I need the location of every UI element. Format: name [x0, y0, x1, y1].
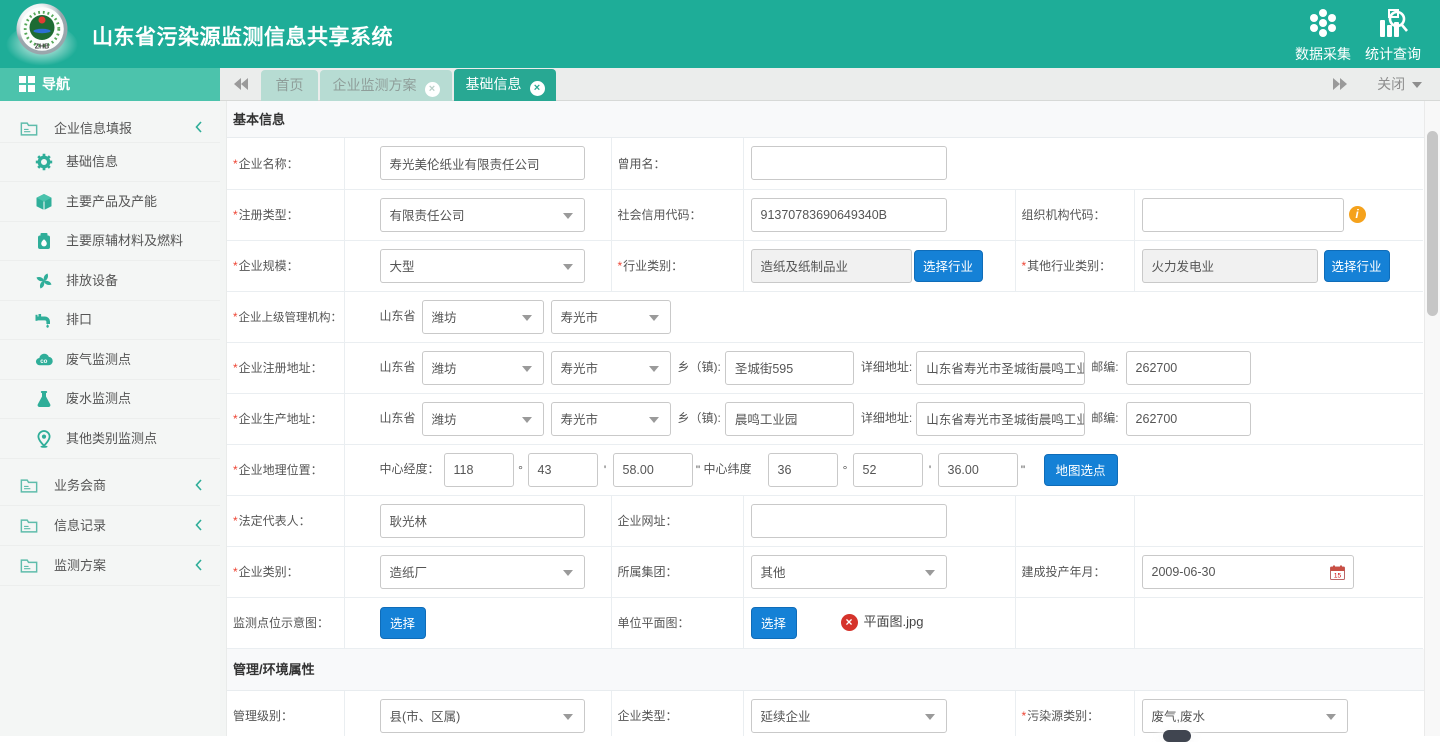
svg-text:15: 15 — [1333, 572, 1341, 579]
svg-text:co: co — [40, 358, 47, 365]
svg-text:ZHB: ZHB — [35, 44, 49, 51]
